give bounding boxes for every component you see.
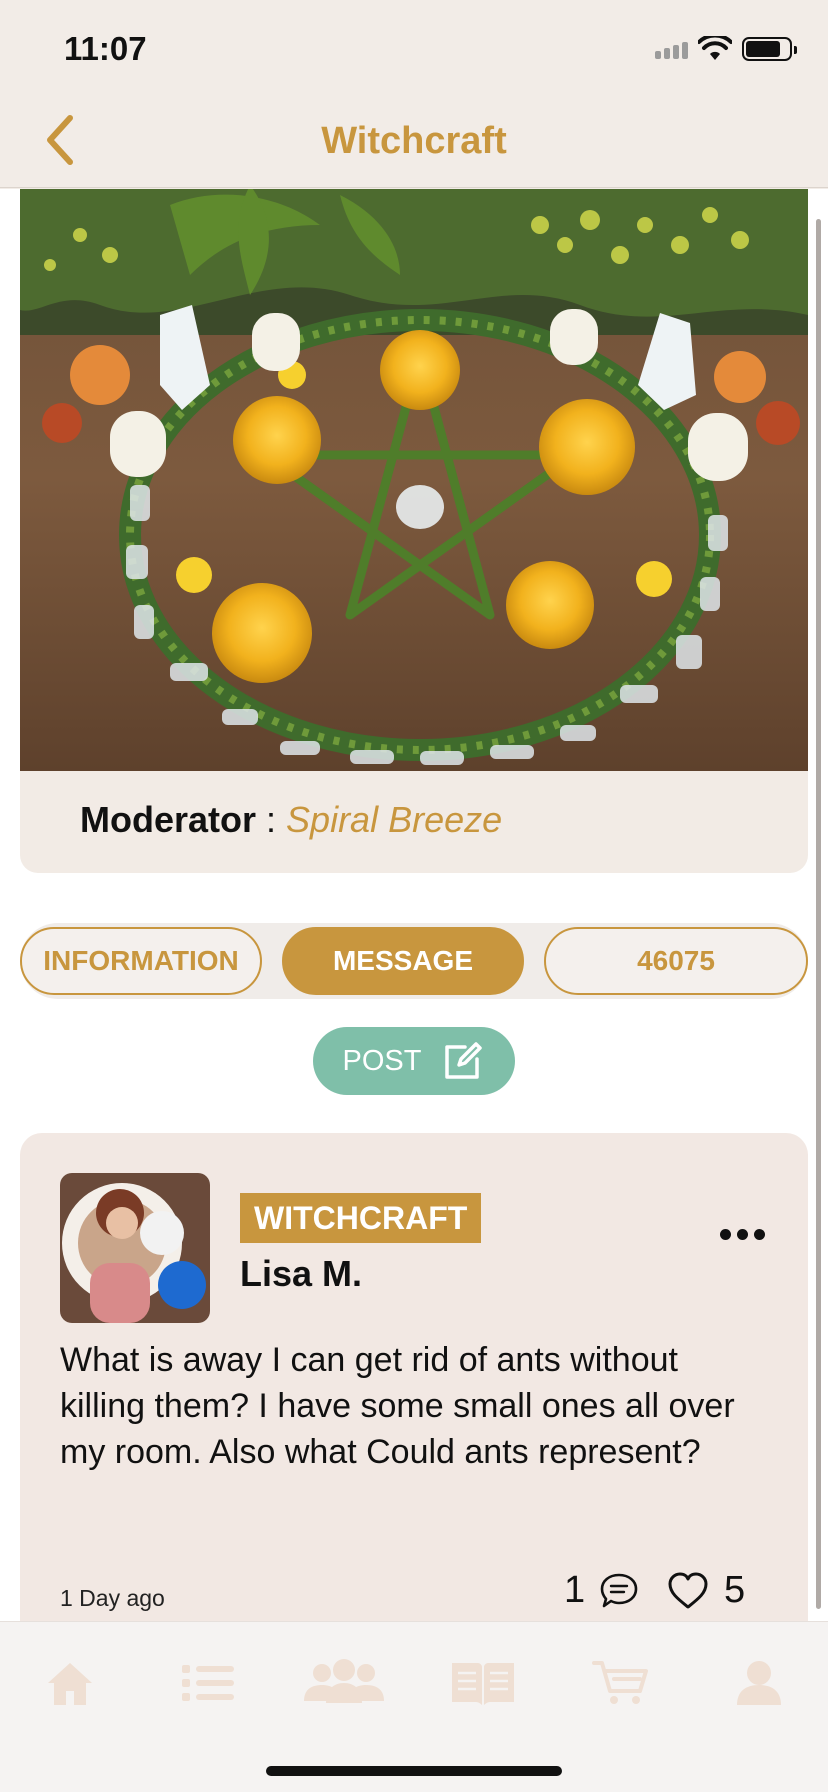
like-button[interactable]: 5 [666,1569,745,1612]
avatar-image [60,1173,210,1323]
nav-bar: Witchcraft [0,96,828,188]
community-icon [304,1659,384,1703]
tab-community[interactable] [302,1658,386,1708]
moderator-separator: : [256,799,287,840]
battery-icon [742,37,797,61]
tab-profile[interactable] [736,1658,782,1708]
tab-cart[interactable] [592,1658,650,1708]
moderator-info: Moderator : Spiral Breeze [80,799,502,841]
status-icons [655,36,797,62]
comment-icon [600,1573,638,1607]
tab-message[interactable]: MESSAGE [282,927,524,995]
community-header-card: Moderator : Spiral Breeze [20,189,808,873]
book-icon [452,1663,514,1705]
scrollbar[interactable] [816,219,821,1609]
avatar[interactable] [60,1173,210,1323]
dot-icon [737,1229,748,1240]
profile-icon [737,1661,781,1705]
post-body: What is away I can get rid of ants witho… [60,1341,735,1471]
post-card[interactable]: WITCHCRAFT Lisa M. What is away I can ge… [20,1133,808,1621]
content-scroll-area[interactable]: Moderator : Spiral Breeze INFORMATION ME… [0,189,828,1621]
community-cover-image [20,189,808,771]
moderator-name[interactable]: Spiral Breeze [286,799,502,840]
post-button-label: POST [342,1044,422,1077]
home-icon [48,1663,92,1705]
post-timestamp: 1 Day ago [60,1585,165,1611]
community-tabs: INFORMATION MESSAGE 46075 [20,923,808,999]
moderator-label: Moderator [80,799,257,840]
like-count: 5 [724,1569,746,1611]
category-badge[interactable]: WITCHCRAFT [240,1193,482,1243]
tab-list[interactable] [180,1658,236,1708]
status-time: 11:07 [64,30,147,67]
list-icon [182,1665,234,1701]
status-bar: 11:07 [0,0,828,96]
dot-icon [720,1229,731,1240]
signal-icon [655,39,688,59]
cart-icon [592,1661,648,1704]
page-title: Witchcraft [321,120,507,162]
tab-members-count[interactable]: 46075 [544,927,808,995]
heart-icon [668,1572,708,1608]
more-options-button[interactable] [720,1229,765,1240]
wifi-icon [698,36,732,60]
tab-home[interactable] [44,1658,96,1708]
comment-count: 1 [564,1569,586,1611]
tab-information[interactable]: INFORMATION [20,927,262,995]
comment-button[interactable]: 1 [564,1569,639,1612]
edit-icon [445,1042,483,1079]
dot-icon [754,1229,765,1240]
tab-book[interactable] [450,1658,516,1708]
post-button[interactable]: POST [313,1027,515,1095]
author-name[interactable]: Lisa M. [240,1253,362,1295]
home-indicator[interactable] [266,1766,562,1776]
